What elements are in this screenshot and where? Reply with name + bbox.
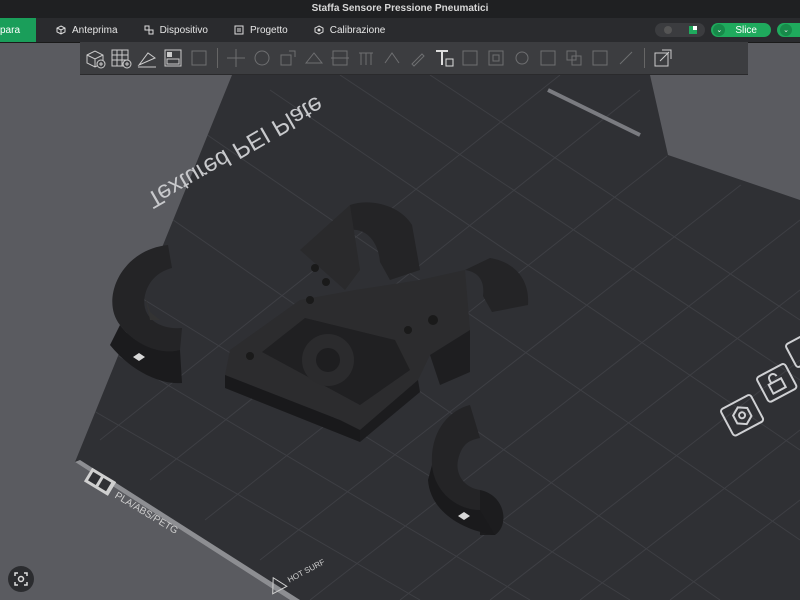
arrange-button[interactable]	[162, 47, 184, 69]
cut-icon	[331, 50, 349, 66]
seam-icon	[384, 52, 400, 64]
emboss-icon	[592, 50, 608, 66]
move-icon	[227, 49, 245, 67]
calibration-icon	[314, 25, 324, 35]
brim-icon	[515, 51, 529, 65]
rotate-tool-button[interactable]	[251, 47, 273, 69]
arrange-icon	[164, 49, 182, 67]
view-mode-toggle[interactable]	[655, 23, 706, 37]
cut-tool-button[interactable]	[329, 47, 351, 69]
camera-view-button[interactable]	[8, 566, 34, 592]
cube-preview-icon	[56, 25, 66, 35]
grid-add-icon	[111, 49, 132, 69]
move-tool-button[interactable]	[225, 47, 247, 69]
layout-view-icon	[688, 26, 697, 34]
cube-add-icon	[86, 50, 106, 69]
3d-viewport[interactable]: Textured PEI Plate PLA/ABS/PETG HOT SURF	[0, 75, 800, 600]
split-button[interactable]	[188, 47, 210, 69]
toolbar-divider	[217, 48, 218, 68]
circle-view-icon	[663, 26, 672, 34]
lay-face-icon	[304, 52, 324, 64]
tab-preview[interactable]: Anteprima	[50, 18, 124, 42]
window-title: Staffa Sensore Pressione Pneumatici	[0, 0, 800, 18]
tab-project-label: Progetto	[249, 24, 288, 36]
brim-ear-button[interactable]	[511, 47, 533, 69]
tab-preview-label: Anteprima	[72, 24, 118, 36]
tab-prepare-label: para	[0, 24, 21, 36]
svg-emboss-button[interactable]	[615, 47, 637, 69]
measure-icon	[462, 50, 478, 66]
orient-icon	[137, 52, 157, 68]
slice-button-label: Slice	[735, 24, 757, 36]
add-object-button[interactable]	[84, 47, 106, 69]
add-plate-button[interactable]	[110, 47, 132, 69]
scale-tool-button[interactable]	[277, 47, 299, 69]
paint-icon	[411, 53, 425, 67]
tab-device[interactable]: Dispositivo	[138, 18, 214, 42]
split-icon	[191, 50, 207, 66]
scale-icon	[280, 50, 296, 66]
auto-orient-button[interactable]	[136, 47, 158, 69]
toolbar-divider	[644, 48, 645, 68]
color-paint-button[interactable]	[407, 47, 429, 69]
slice-button[interactable]: ⌄ Slice	[711, 23, 771, 37]
tab-prepare[interactable]: para	[0, 18, 36, 42]
seam-paint-button[interactable]	[381, 47, 403, 69]
topbar-right-controls: ⌄ Slice ⌄	[655, 18, 800, 42]
assembly-tool-button[interactable]	[485, 47, 507, 69]
boolean-icon	[566, 50, 582, 66]
print-dropdown-button[interactable]: ⌄	[777, 23, 800, 37]
assembly-icon	[488, 50, 504, 66]
rotate-icon	[254, 50, 270, 66]
tab-calibration-label: Calibrazione	[329, 24, 386, 36]
layer-height-icon	[654, 49, 672, 67]
device-icon	[144, 25, 154, 35]
chevron-down-icon: ⌄	[780, 24, 792, 36]
text-icon	[436, 50, 454, 67]
negative-icon	[540, 50, 556, 66]
object-toolbar	[80, 42, 748, 75]
text-tool-button[interactable]	[433, 47, 455, 69]
top-navigation-bar: para Anteprima Dispositivo Progetto Cali…	[0, 18, 800, 43]
svg-icon	[619, 51, 633, 65]
negative-part-button[interactable]	[537, 47, 559, 69]
support-paint-button[interactable]	[355, 47, 377, 69]
support-icon	[359, 52, 373, 65]
measure-tool-button[interactable]	[459, 47, 481, 69]
emboss-button[interactable]	[589, 47, 611, 69]
tab-device-label: Dispositivo	[159, 24, 208, 36]
slice-dropdown-icon[interactable]: ⌄	[713, 24, 726, 36]
tab-calibration[interactable]: Calibrazione	[308, 18, 392, 42]
tab-project[interactable]: Progetto	[228, 18, 294, 42]
project-icon	[234, 25, 244, 35]
camera-focus-icon	[14, 572, 28, 586]
lay-on-face-button[interactable]	[303, 47, 325, 69]
variable-layer-height-button[interactable]	[652, 47, 674, 69]
mesh-boolean-button[interactable]	[563, 47, 585, 69]
